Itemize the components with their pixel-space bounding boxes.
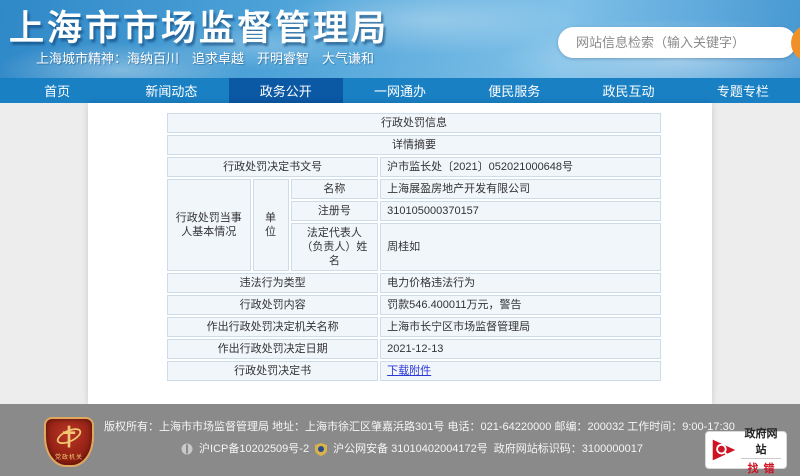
legal-rep-value: 周桂如 <box>380 223 661 271</box>
error-badge-line2: 找错 <box>747 462 780 475</box>
table-row: 作出行政处罚决定机关名称 上海市长宁区市场监督管理局 <box>167 317 661 337</box>
table-row: 行政处罚决定书文号 沪市监长处〔2021〕052021000648号 <box>167 157 661 177</box>
footer-text-block: 版权所有：上海市市场监督管理局 地址：上海市徐汇区肇嘉浜路301号 电话：021… <box>104 416 735 460</box>
content-panel: 行政处罚信息 详情摘要 行政处罚决定书文号 沪市监长处〔2021〕0520210… <box>88 103 712 404</box>
police-record-link[interactable]: 沪公网安备 31010402004172号 <box>333 438 488 460</box>
police-badge-icon <box>315 442 328 456</box>
page: 上海市市场监督管理局 上海城市精神：海纳百川 追求卓越 开明睿智 大气谦和 首页… <box>0 0 800 476</box>
shield-badge-text: 党政机关 <box>54 455 83 461</box>
download-attachment-link[interactable]: 下载附件 <box>387 365 431 377</box>
unit-label: 单位 <box>252 179 289 271</box>
doc-number-label: 行政处罚决定书文号 <box>167 157 379 177</box>
site-title: 上海市市场监督管理局 <box>9 9 390 48</box>
table-row: 行政处罚决定书 下载附件 <box>167 361 661 381</box>
error-badge-text: 政府网站 找错 <box>741 425 781 476</box>
decision-date-value: 2021-12-13 <box>380 339 661 359</box>
table-row: 行政处罚当事人基本情况 单位 名称 上海展盈房地产开发有限公司 <box>167 179 661 271</box>
error-report-magnifier-icon <box>712 439 736 461</box>
reg-no-value: 310105000370157 <box>380 201 661 221</box>
violation-type-value: 电力价格违法行为 <box>380 273 661 293</box>
penalty-content-value: 罚款546.400011万元，警告 <box>380 295 661 315</box>
city-spirit-slogan: 上海城市精神：海纳百川 追求卓越 开明睿智 大气谦和 <box>36 51 375 66</box>
table-row: 行政处罚信息 <box>167 113 661 133</box>
table-row: 违法行为类型 电力价格违法行为 <box>167 273 661 293</box>
site-code-text: 政府网站标识码：3100000017 <box>493 443 643 455</box>
company-name-value: 上海展盈房地产开发有限公司 <box>380 179 661 199</box>
site-header: 上海市市场监督管理局 上海城市精神：海纳百川 追求卓越 开明睿智 大气谦和 <box>0 0 800 78</box>
doc-number-value: 沪市监长处〔2021〕052021000648号 <box>380 157 661 177</box>
nav-item-one-stop[interactable]: 一网通办 <box>343 78 457 103</box>
decision-date-label: 作出行政处罚决定日期 <box>167 339 379 359</box>
gov-site-error-report-badge[interactable]: 政府网站 找错 <box>705 428 787 475</box>
government-agency-shield-icon: 党政机关 <box>44 417 94 467</box>
icp-number-link[interactable]: 沪ICP备10202509号-2 <box>199 438 309 460</box>
table-row: 作出行政处罚决定日期 2021-12-13 <box>167 339 661 359</box>
table-row: 详情摘要 <box>167 135 661 155</box>
nav-item-special-columns[interactable]: 专题专栏 <box>686 78 800 103</box>
footer-registration-line: 沪ICP备10202509号-2 沪公网安备 31010402004172号 政… <box>104 438 720 460</box>
nav-item-news[interactable]: 新闻动态 <box>114 78 228 103</box>
reg-no-label: 注册号 <box>290 201 379 221</box>
violation-type-label: 违法行为类型 <box>167 273 379 293</box>
search-input[interactable] <box>558 27 796 58</box>
shield-emblem-icon <box>56 425 82 448</box>
nav-item-public-service[interactable]: 便民服务 <box>457 78 571 103</box>
icp-icon <box>181 443 193 455</box>
party-info-label: 行政处罚当事人基本情况 <box>167 179 251 271</box>
table-title: 行政处罚信息 <box>167 113 661 133</box>
site-search-box <box>558 27 796 58</box>
nav-item-gov-disclosure[interactable]: 政务公开 <box>228 78 343 103</box>
authority-value: 上海市长宁区市场监督管理局 <box>380 317 661 337</box>
penalty-table: 行政处罚信息 详情摘要 行政处罚决定书文号 沪市监长处〔2021〕0520210… <box>165 111 663 383</box>
nav-item-home[interactable]: 首页 <box>0 78 114 103</box>
site-footer: 党政机关 版权所有：上海市市场监督管理局 地址：上海市徐汇区肇嘉浜路301号 电… <box>0 404 800 476</box>
nav-item-interaction[interactable]: 政民互动 <box>571 78 685 103</box>
footer-copyright-line: 版权所有：上海市市场监督管理局 地址：上海市徐汇区肇嘉浜路301号 电话：021… <box>104 421 735 433</box>
main-nav: 首页 新闻动态 政务公开 一网通办 便民服务 政民互动 专题专栏 <box>0 78 800 103</box>
main-area: 行政处罚信息 详情摘要 行政处罚决定书文号 沪市监长处〔2021〕0520210… <box>0 103 800 404</box>
table-subtitle: 详情摘要 <box>167 135 661 155</box>
penalty-content-label: 行政处罚内容 <box>167 295 379 315</box>
legal-rep-label: 法定代表人（负责人）姓名 <box>290 223 379 271</box>
error-badge-line1: 政府网站 <box>741 425 781 459</box>
table-row: 行政处罚内容 罚款546.400011万元，警告 <box>167 295 661 315</box>
decision-doc-label: 行政处罚决定书 <box>167 361 379 381</box>
name-label: 名称 <box>290 179 379 199</box>
authority-label: 作出行政处罚决定机关名称 <box>167 317 379 337</box>
